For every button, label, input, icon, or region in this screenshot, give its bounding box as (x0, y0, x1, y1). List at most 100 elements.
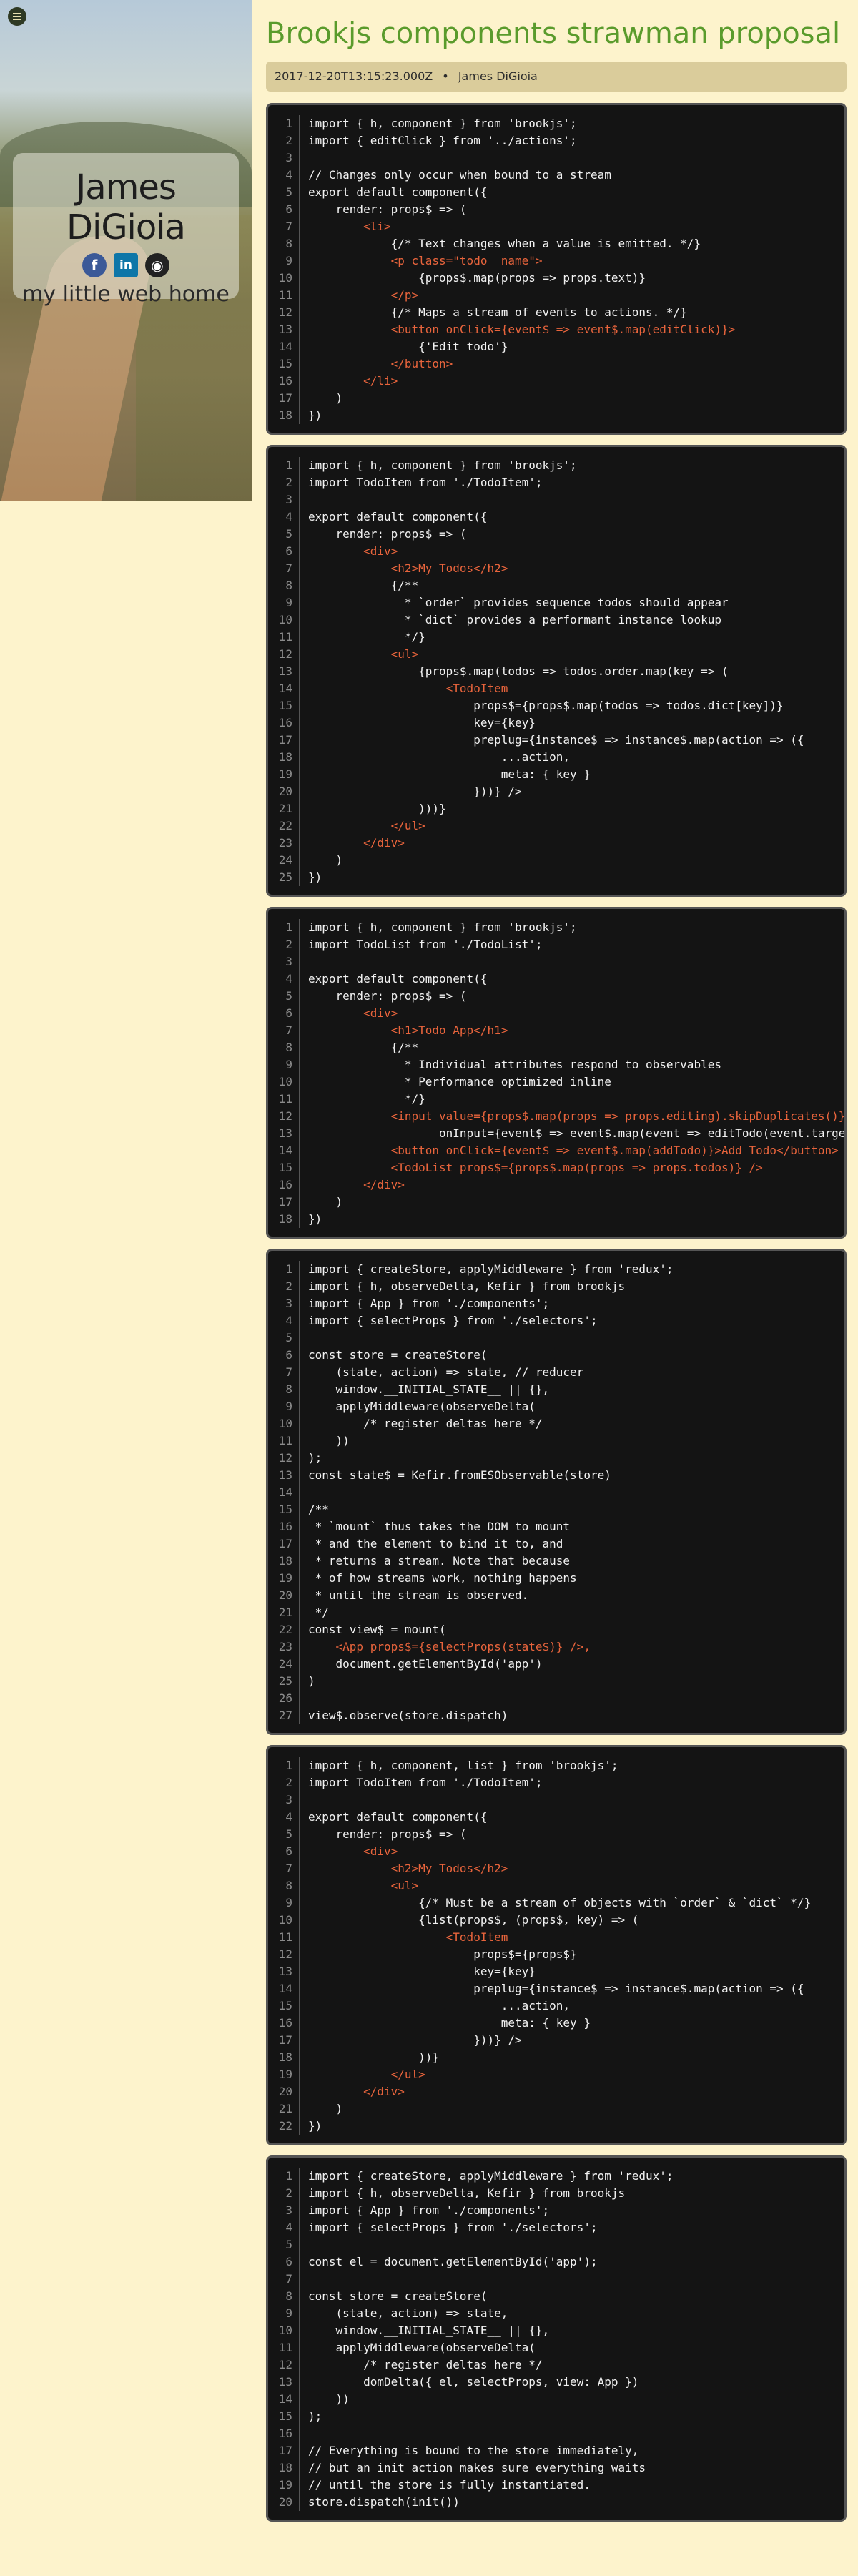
code-text: export default component({ (308, 185, 488, 199)
code-line: 16 * `mount` thus takes the DOM to mount (268, 1518, 844, 1535)
gutter-divider (299, 611, 300, 629)
linkedin-icon[interactable]: in (114, 253, 138, 277)
code-text: {/** (308, 1041, 419, 1054)
code-line: 16 </li> (268, 373, 844, 390)
line-number: 8 (285, 2289, 292, 2303)
meta-separator: • (442, 69, 449, 83)
gutter-divider (299, 2477, 300, 2494)
code-line: 9 * `order` provides sequence todos shou… (268, 594, 844, 611)
line-number: 7 (285, 1365, 292, 1379)
code-text: domDelta({ el, selectProps, view: App }) (308, 2375, 639, 2389)
code-text: const state$ = Kefir.fromESObservable(st… (308, 1468, 611, 1482)
code-text: const store = createStore( (308, 1348, 488, 1362)
code-line: 11 </p> (268, 287, 844, 304)
code-line: 14 <button onClick={event$ => event$.map… (268, 1142, 844, 1159)
code-line: 2 import TodoItem from './TodoItem'; (268, 1774, 844, 1791)
github-icon[interactable]: ◉ (145, 253, 169, 277)
gutter-divider (299, 1604, 300, 1621)
code-text: </li> (308, 374, 398, 388)
code-line: 14 preplug={instance$ => instance$.map(a… (268, 1980, 844, 1997)
line-number: 10 (278, 2324, 292, 2337)
code-text: <TodoItem (308, 682, 508, 695)
line-number: 3 (285, 151, 292, 164)
line-number: 10 (278, 613, 292, 626)
code-text: key={key} (308, 716, 536, 729)
gutter-divider (299, 680, 300, 697)
menu-button[interactable] (8, 7, 26, 26)
line-number: 16 (278, 716, 292, 729)
code-text: const el = document.getElementById('app'… (308, 2255, 598, 2268)
gutter-divider (299, 1005, 300, 1022)
code-line: 6 render: props$ => ( (268, 201, 844, 218)
line-number: 6 (285, 1844, 292, 1858)
gutter-divider (299, 1159, 300, 1176)
line-number: 13 (278, 323, 292, 336)
code-line: 21 */ (268, 1604, 844, 1621)
gutter-divider (299, 543, 300, 560)
gutter-divider (299, 1484, 300, 1501)
code-line: 13 domDelta({ el, selectProps, view: App… (268, 2374, 844, 2391)
line-number: 19 (278, 767, 292, 781)
line-number: 7 (285, 1023, 292, 1037)
line-number: 12 (278, 647, 292, 661)
code-line: 5 export default component({ (268, 184, 844, 201)
code-text: * Performance optimized inline (308, 1075, 611, 1088)
code-line: 10 * Performance optimized inline (268, 1073, 844, 1091)
code-block: 1 import { h, component, list } from 'bro… (266, 1745, 847, 2145)
gutter-divider (299, 2339, 300, 2356)
code-line: 22 </ul> (268, 817, 844, 835)
code-text: render: props$ => ( (308, 1827, 467, 1841)
code-line: 7 (state, action) => state, // reducer (268, 1364, 844, 1381)
code-line: 15 <TodoList props$={props$.map(props =>… (268, 1159, 844, 1176)
line-number: 2 (285, 938, 292, 951)
gutter-divider (299, 936, 300, 953)
code-text: import { h, observeDelta, Kefir } from b… (308, 2186, 626, 2200)
code-line: 2 import TodoList from './TodoList'; (268, 936, 844, 953)
code-line: 9 <p class="todo__name"> (268, 252, 844, 270)
gutter-divider (299, 2322, 300, 2339)
line-number: 22 (278, 819, 292, 832)
line-number: 13 (278, 1468, 292, 1482)
gutter-divider (299, 970, 300, 988)
line-number: 2 (285, 1776, 292, 1789)
code-text: export default component({ (308, 510, 488, 523)
code-line: 3 (268, 491, 844, 508)
code-text: * until the stream is observed. (308, 1588, 529, 1602)
code-line: 18}) (268, 407, 844, 424)
line-number: 25 (278, 1674, 292, 1688)
code-line: 18 ))} (268, 2049, 844, 2066)
line-number: 11 (278, 1930, 292, 1944)
code-line: 17 // Everything is bound to the store im… (268, 2442, 844, 2459)
code-line: 5 render: props$ => ( (268, 1826, 844, 1843)
code-line: 18 // but an init action makes sure every… (268, 2459, 844, 2477)
code-line: 13 onInput={event$ => event$.map(event =… (268, 1125, 844, 1142)
code-text: import { editClick } from '../actions'; (308, 134, 577, 147)
gutter-divider (299, 2032, 300, 2049)
gutter-divider (299, 1587, 300, 1604)
code-line: 18 * returns a stream. Note that because (268, 1553, 844, 1570)
code-text: ) (308, 1195, 343, 1209)
gutter-divider (299, 1432, 300, 1450)
code-text: window.__INITIAL_STATE__ || {}, (308, 2324, 550, 2337)
gutter-divider (299, 1877, 300, 1894)
code-line: 1 import { h, component } from 'brookjs'; (268, 919, 844, 936)
facebook-icon[interactable]: f (82, 253, 107, 277)
line-number: 22 (278, 1623, 292, 1636)
code-text: import TodoItem from './TodoItem'; (308, 476, 543, 489)
code-text: <ul> (308, 647, 419, 661)
code-text: * `mount` thus takes the DOM to mount (308, 1520, 571, 1533)
gutter-divider (299, 491, 300, 508)
code-text: {props$.map(props => props.text)} (308, 271, 646, 285)
line-number: 13 (278, 2375, 292, 2389)
line-number: 26 (278, 1691, 292, 1705)
code-text: </div> (308, 2085, 405, 2098)
gutter-divider (299, 1125, 300, 1142)
gutter-divider (299, 1073, 300, 1091)
line-number: 23 (278, 836, 292, 850)
gutter-divider (299, 218, 300, 235)
line-number: 5 (285, 527, 292, 541)
line-number: 12 (278, 1109, 292, 1123)
gutter-divider (299, 1757, 300, 1774)
gutter-divider (299, 2442, 300, 2459)
code-text: * Individual attributes respond to obser… (308, 1058, 721, 1071)
